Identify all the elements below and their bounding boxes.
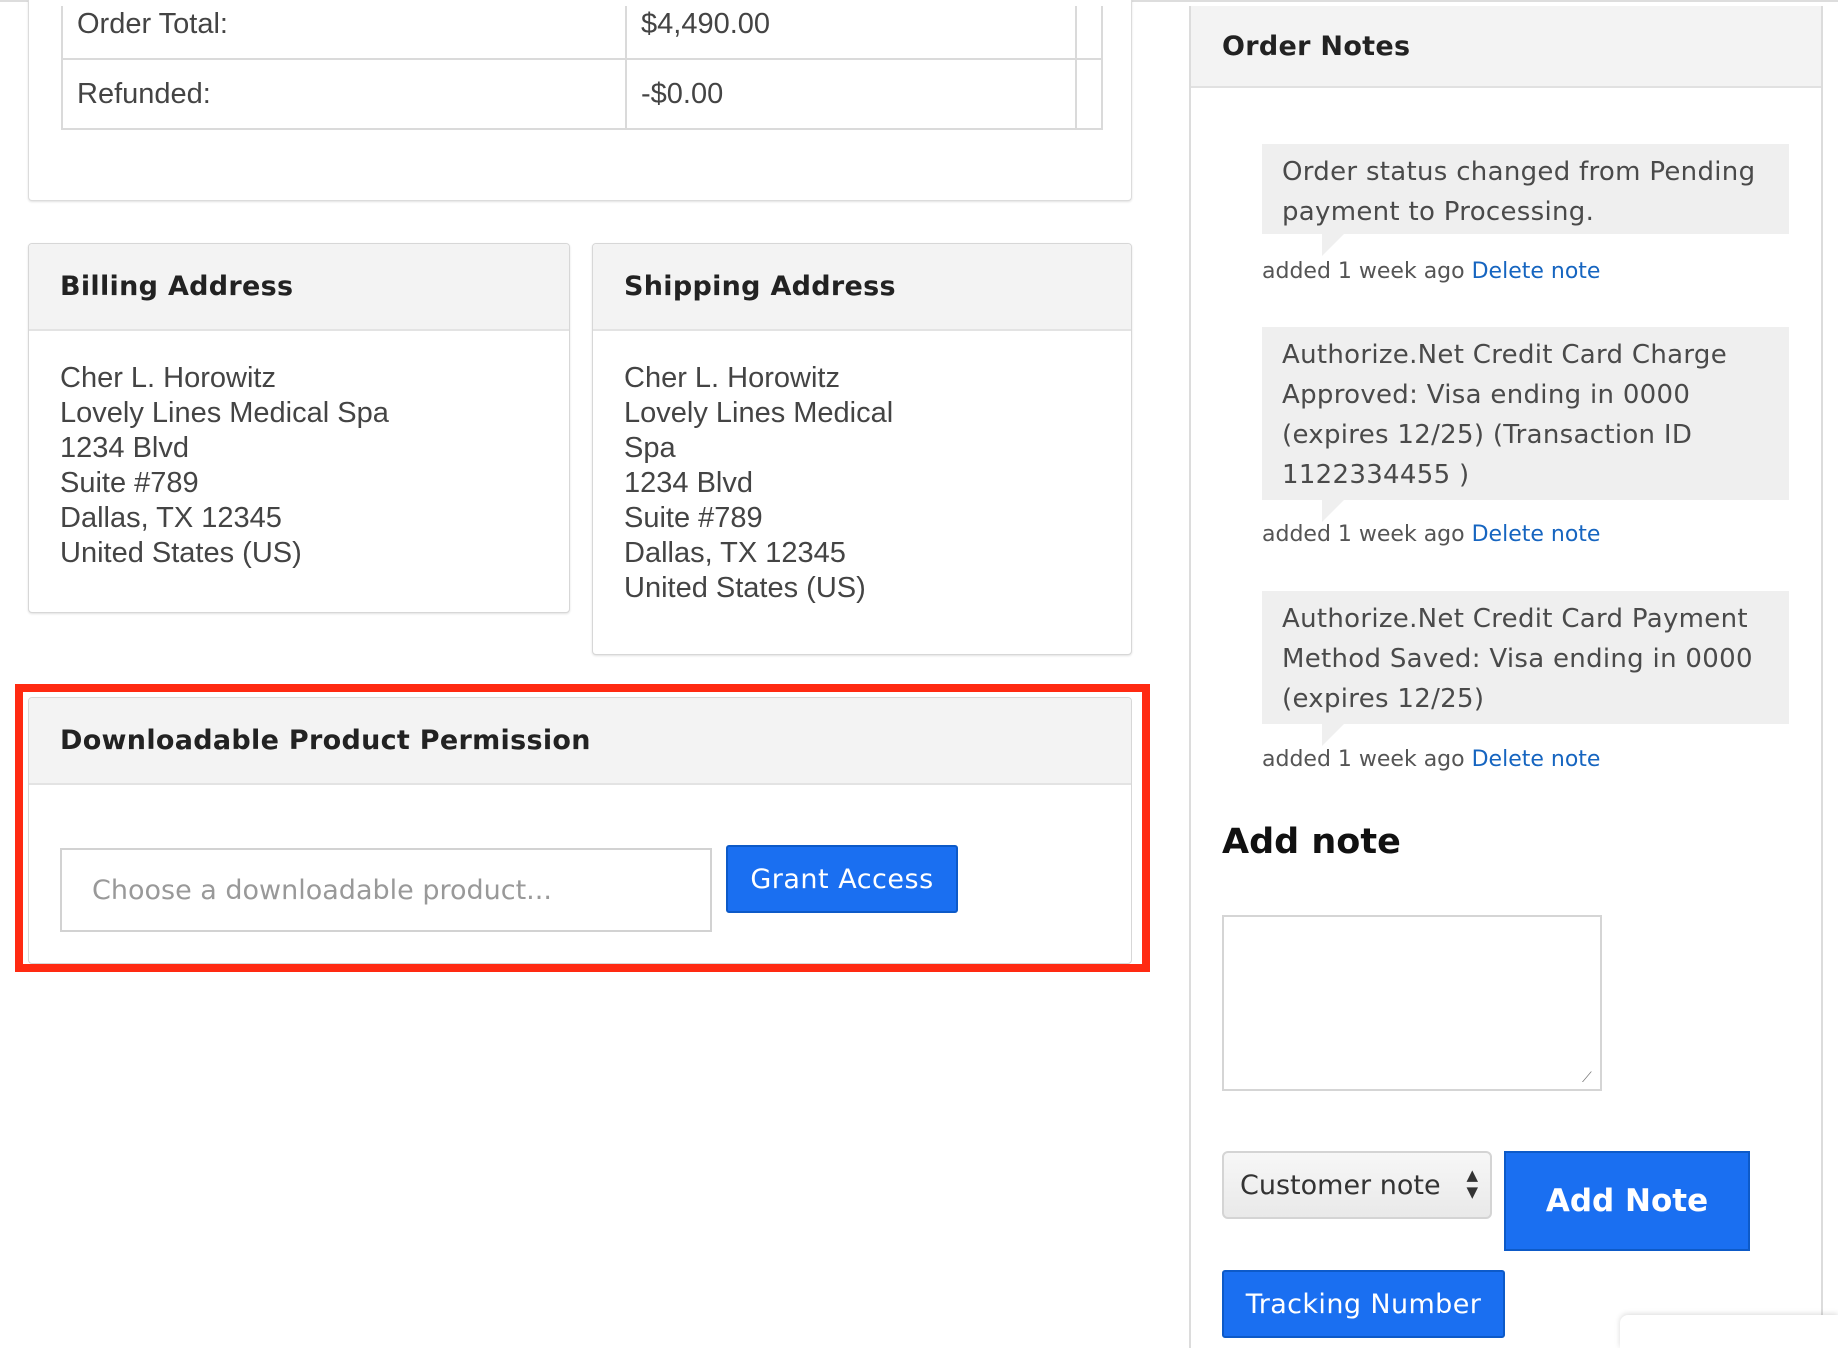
billing-country: United States (US) [60,537,302,569]
tracking-number-button[interactable]: Tracking Number [1222,1270,1505,1338]
order-note-2-delete-link[interactable]: Delete note [1472,522,1601,547]
order-note-1: Order status changed from Pending paymen… [1262,144,1789,256]
select-arrows-icon: ▲ ▼ [1466,1166,1478,1201]
order-note-2-meta: added 1 week ago Delete note [1262,522,1600,547]
billing-city: Dallas, TX 12345 [60,502,282,534]
billing-address-title: Billing Address [60,271,294,302]
note-type-select[interactable]: Customer note ▲ ▼ [1222,1151,1492,1219]
billing-address-header: Billing Address [29,244,569,331]
refunded-row: Refunded: -$0.00 [61,58,1103,130]
billing-address-body: Cher L. Horowitz Lovely Lines Medical Sp… [29,331,569,601]
add-note-title: Add note [1222,822,1401,862]
order-total-value: $4,490.00 [625,6,1077,60]
refunded-value: -$0.00 [625,58,1077,130]
billing-company: Lovely Lines Medical Spa [60,397,389,429]
refunded-label: Refunded: [61,58,627,130]
shipping-country: United States (US) [624,572,866,604]
highlight-box [15,684,1150,972]
order-note-1-date: added 1 week ago [1262,259,1465,284]
shipping-company: Lovely Lines Medical Spa [624,397,894,464]
order-notes-header: Order Notes [1191,6,1821,88]
order-note-2-date: added 1 week ago [1262,522,1465,547]
shipping-suite: Suite #789 [624,502,763,534]
shipping-address-body: Cher L. Horowitz Lovely Lines Medical Sp… [593,331,955,636]
order-note-1-text: Order status changed from Pending paymen… [1282,157,1756,227]
billing-suite: Suite #789 [60,467,199,499]
order-note-1-meta: added 1 week ago Delete note [1262,259,1600,284]
order-totals-table: Order Total: $4,490.00 Refunded: -$0.00 [61,6,1103,130]
order-note-3-delete-link[interactable]: Delete note [1472,747,1601,772]
shipping-address-header: Shipping Address [593,244,1131,331]
order-total-spacer [1075,6,1103,60]
order-totals-panel: Order Total: $4,490.00 Refunded: -$0.00 [28,0,1132,201]
order-note-3: Authorize.Net Credit Card Payment Method… [1262,591,1789,746]
order-notes-title: Order Notes [1222,30,1411,62]
order-notes-sidebar: Order Notes Order status changed from Pe… [1189,6,1823,1348]
shipping-city: Dallas, TX 12345 [624,537,846,569]
note-type-selected: Customer note [1240,1169,1441,1201]
order-note-3-date: added 1 week ago [1262,747,1465,772]
order-note-3-text: Authorize.Net Credit Card Payment Method… [1282,604,1753,714]
billing-name: Cher L. Horowitz [60,362,276,394]
shipping-address-title: Shipping Address [624,271,896,302]
refunded-spacer [1075,58,1103,130]
order-note-2: Authorize.Net Credit Card Charge Approve… [1262,327,1789,522]
billing-address-card: Billing Address Cher L. Horowitz Lovely … [28,243,570,613]
floating-widget-edge [1620,1315,1838,1348]
add-note-textarea[interactable]: ⟋ [1222,915,1602,1091]
order-total-row: Order Total: $4,490.00 [61,6,1103,60]
add-note-button[interactable]: Add Note [1504,1151,1750,1251]
billing-street: 1234 Blvd [60,432,189,464]
shipping-street: 1234 Blvd [624,467,753,499]
order-note-1-delete-link[interactable]: Delete note [1472,259,1601,284]
order-total-label: Order Total: [61,6,627,60]
resize-grip-icon[interactable]: ⟋ [1582,1071,1596,1085]
shipping-address-card: Shipping Address Cher L. Horowitz Lovely… [592,243,1132,655]
shipping-name: Cher L. Horowitz [624,362,840,394]
order-note-2-text: Authorize.Net Credit Card Charge Approve… [1282,340,1728,490]
order-note-3-meta: added 1 week ago Delete note [1262,747,1600,772]
